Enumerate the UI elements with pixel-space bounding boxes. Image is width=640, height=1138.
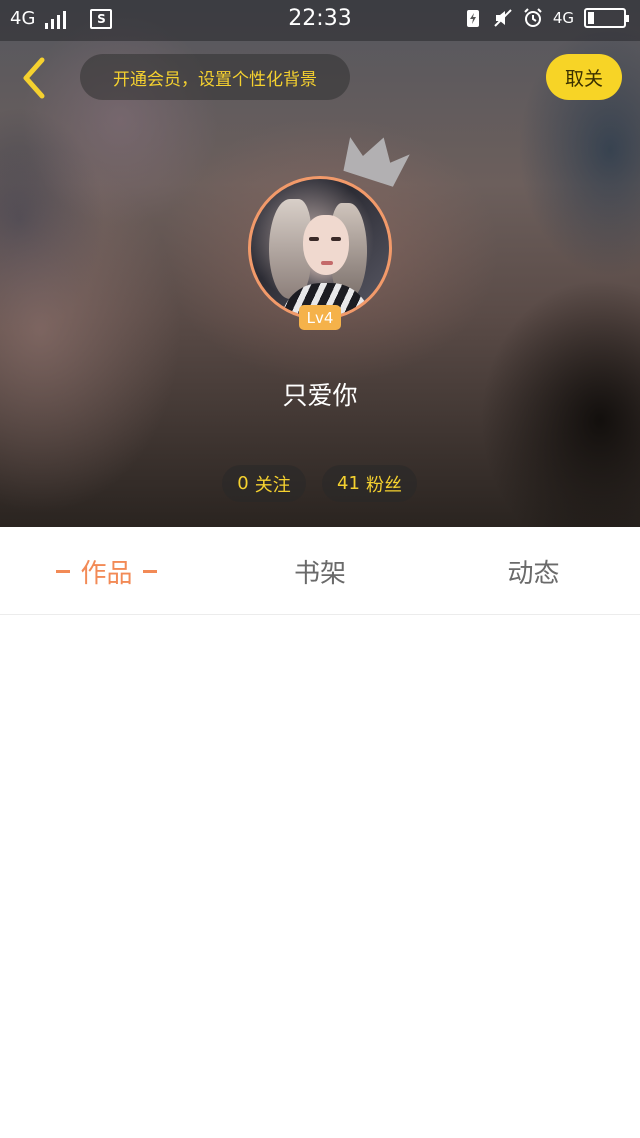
vip-background-banner[interactable]: 开通会员，设置个性化背景	[80, 54, 350, 100]
active-tab-indicator-right	[142, 569, 157, 573]
tab-dynamics[interactable]: 动态	[427, 527, 640, 615]
fans-count: 41	[337, 473, 360, 494]
profile-tabs: 作品 书架 动态	[0, 527, 640, 615]
following-count: 0	[237, 473, 249, 494]
tab-works[interactable]: 作品	[0, 527, 213, 615]
username: 只爱你	[282, 381, 358, 410]
tab-bookshelf-label: 书架	[293, 558, 346, 589]
fans-stat[interactable]: 41 粉丝	[322, 465, 417, 502]
fans-label: 粉丝	[365, 474, 402, 496]
avatar[interactable]	[248, 176, 392, 320]
tab-bookshelf[interactable]: 书架	[213, 527, 427, 615]
charging-icon	[466, 10, 479, 27]
battery-icon	[584, 8, 629, 28]
tab-content-area	[0, 616, 640, 1138]
unfollow-button[interactable]: 取关	[546, 54, 622, 100]
level-badge: Lv4	[299, 305, 341, 330]
profile-header: 4G S 22:33 4G 开通会员，设置个性化背景 取关 Lv4 只爱你 0 …	[0, 0, 640, 527]
following-stat[interactable]: 0 关注	[222, 465, 306, 502]
mute-icon	[494, 9, 512, 27]
active-tab-indicator-left	[56, 569, 71, 573]
status-bar: 4G S 22:33 4G	[0, 0, 640, 41]
following-label: 关注	[254, 474, 291, 496]
network-type-right: 4G	[552, 9, 574, 27]
status-right: 4G	[463, 8, 629, 28]
alarm-icon	[524, 8, 542, 27]
back-button[interactable]	[18, 56, 50, 100]
tab-dynamics-label: 动态	[507, 558, 560, 589]
tab-works-label: 作品	[80, 558, 133, 589]
